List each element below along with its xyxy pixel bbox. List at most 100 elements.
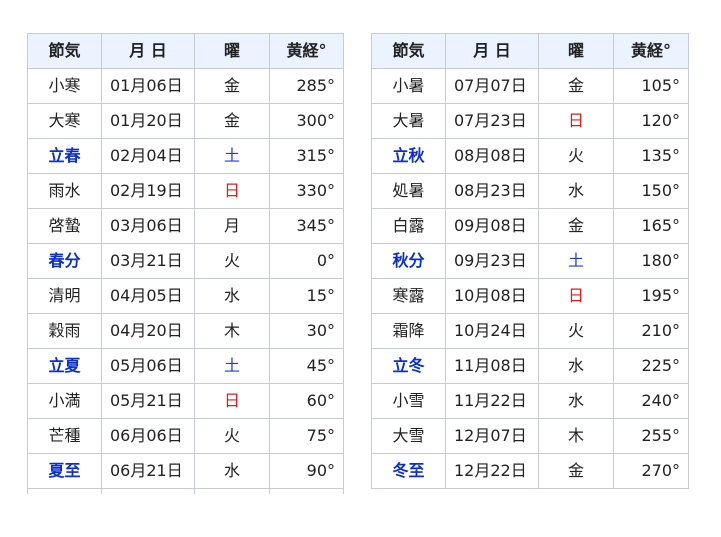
longitude-cell: 300°: [269, 103, 344, 139]
weekday-cell: 金: [194, 103, 270, 139]
term-name-cell: 大寒: [27, 103, 102, 139]
date-cell: 04月05日: [101, 278, 195, 314]
term-name-cell: 冬至: [371, 453, 446, 489]
longitude-cell: 75°: [269, 418, 344, 454]
weekday-cell: 金: [194, 68, 270, 104]
date-cell: 01月20日: [101, 103, 195, 139]
table-row: 清明 04月05日水 15°: [27, 278, 344, 314]
table-row: 穀雨 04月20日木 30°: [27, 313, 344, 349]
empty-cell: [194, 488, 270, 494]
term-name-cell: 春分: [27, 243, 102, 279]
table-row: 霜降 10月24日火 210°: [371, 313, 689, 349]
header-name: 節気: [371, 33, 446, 69]
table-row: 寒露 10月08日日 195°: [371, 278, 689, 314]
weekday-cell: 月: [194, 208, 270, 244]
longitude-cell: 180°: [613, 243, 689, 279]
table-row: 立冬 11月08日水 225°: [371, 348, 689, 384]
table-row: 小暑 07月07日金 105°: [371, 68, 689, 104]
longitude-cell: 240°: [613, 383, 689, 419]
term-name-cell: 大暑: [371, 103, 446, 139]
term-name-cell: 雨水: [27, 173, 102, 209]
weekday-cell: 金: [538, 453, 614, 489]
table-row: 秋分 09月23日土 180°: [371, 243, 689, 279]
longitude-cell: 225°: [613, 348, 689, 384]
date-cell: 07月07日: [445, 68, 539, 104]
date-cell: 11月22日: [445, 383, 539, 419]
term-name-cell: 夏至: [27, 453, 102, 489]
empty-cell: [101, 488, 195, 494]
table-row: 大寒 01月20日金 300°: [27, 103, 344, 139]
term-name-cell: 清明: [27, 278, 102, 314]
date-cell: 06月06日: [101, 418, 195, 454]
table-row: 大暑 07月23日日 120°: [371, 103, 689, 139]
longitude-cell: 330°: [269, 173, 344, 209]
table-row: 夏至 06月21日水 90°: [27, 453, 344, 489]
longitude-cell: 195°: [613, 278, 689, 314]
term-name-cell: 小満: [27, 383, 102, 419]
date-cell: 12月22日: [445, 453, 539, 489]
longitude-cell: 150°: [613, 173, 689, 209]
header-date: 月 日: [445, 33, 539, 69]
date-cell: 05月06日: [101, 348, 195, 384]
table-row: 大雪 12月07日木 255°: [371, 418, 689, 454]
table-row: 小満 05月21日日 60°: [27, 383, 344, 419]
longitude-cell: 15°: [269, 278, 344, 314]
longitude-cell: 120°: [613, 103, 689, 139]
term-name-cell: 啓蟄: [27, 208, 102, 244]
longitude-cell: 45°: [269, 348, 344, 384]
term-name-cell: 大雪: [371, 418, 446, 454]
term-name-cell: 小寒: [27, 68, 102, 104]
date-cell: 01月06日: [101, 68, 195, 104]
header-weekday: 曜: [538, 33, 614, 69]
weekday-cell: 水: [538, 383, 614, 419]
date-cell: 05月21日: [101, 383, 195, 419]
weekday-cell: 土: [194, 138, 270, 174]
longitude-cell: 90°: [269, 453, 344, 489]
date-cell: 04月20日: [101, 313, 195, 349]
date-cell: 02月04日: [101, 138, 195, 174]
weekday-cell: 土: [538, 243, 614, 279]
longitude-cell: 30°: [269, 313, 344, 349]
longitude-cell: 255°: [613, 418, 689, 454]
longitude-cell: 285°: [269, 68, 344, 104]
weekday-cell: 日: [194, 173, 270, 209]
weekday-cell: 木: [538, 418, 614, 454]
longitude-cell: 105°: [613, 68, 689, 104]
date-cell: 08月23日: [445, 173, 539, 209]
date-cell: 10月24日: [445, 313, 539, 349]
table-row: 立夏 05月06日土 45°: [27, 348, 344, 384]
weekday-cell: 木: [194, 313, 270, 349]
table-row: 小雪 11月22日水 240°: [371, 383, 689, 419]
weekday-cell: 火: [538, 313, 614, 349]
solar-terms-table-jan-jun: 節気 月 日 曜 黄経° 小寒 01月06日金 285° 大寒 01月20日金 300° 立…: [27, 33, 344, 494]
term-name-cell: 秋分: [371, 243, 446, 279]
weekday-cell: 日: [194, 383, 270, 419]
weekday-cell: 水: [194, 453, 270, 489]
date-cell: 09月23日: [445, 243, 539, 279]
header-name: 節気: [27, 33, 102, 69]
table-row: 芒種 06月06日火 75°: [27, 418, 344, 454]
longitude-cell: 0°: [269, 243, 344, 279]
table-row: 立春 02月04日土 315°: [27, 138, 344, 174]
solar-terms-table-jul-dec: 節気 月 日 曜 黄経° 小暑 07月07日金 105° 大暑 07月23日日 120° 立…: [371, 33, 689, 489]
header-longitude: 黄経°: [269, 33, 344, 69]
longitude-cell: 135°: [613, 138, 689, 174]
table-header-row: 節気 月 日 曜 黄経°: [371, 33, 689, 69]
term-name-cell: 立春: [27, 138, 102, 174]
table-row: 立秋 08月08日火 135°: [371, 138, 689, 174]
table-row: 春分 03月21日火 0°: [27, 243, 344, 279]
term-name-cell: 立夏: [27, 348, 102, 384]
table-row: 小寒 01月06日金 285°: [27, 68, 344, 104]
header-weekday: 曜: [194, 33, 270, 69]
term-name-cell: 穀雨: [27, 313, 102, 349]
weekday-cell: 水: [538, 173, 614, 209]
date-cell: 11月08日: [445, 348, 539, 384]
term-name-cell: 立冬: [371, 348, 446, 384]
table-row: 白露 09月08日金 165°: [371, 208, 689, 244]
longitude-cell: 315°: [269, 138, 344, 174]
header-date: 月 日: [101, 33, 195, 69]
term-name-cell: 寒露: [371, 278, 446, 314]
table-row-partial: [27, 488, 344, 494]
term-name-cell: 立秋: [371, 138, 446, 174]
table-row: 啓蟄 03月06日月 345°: [27, 208, 344, 244]
